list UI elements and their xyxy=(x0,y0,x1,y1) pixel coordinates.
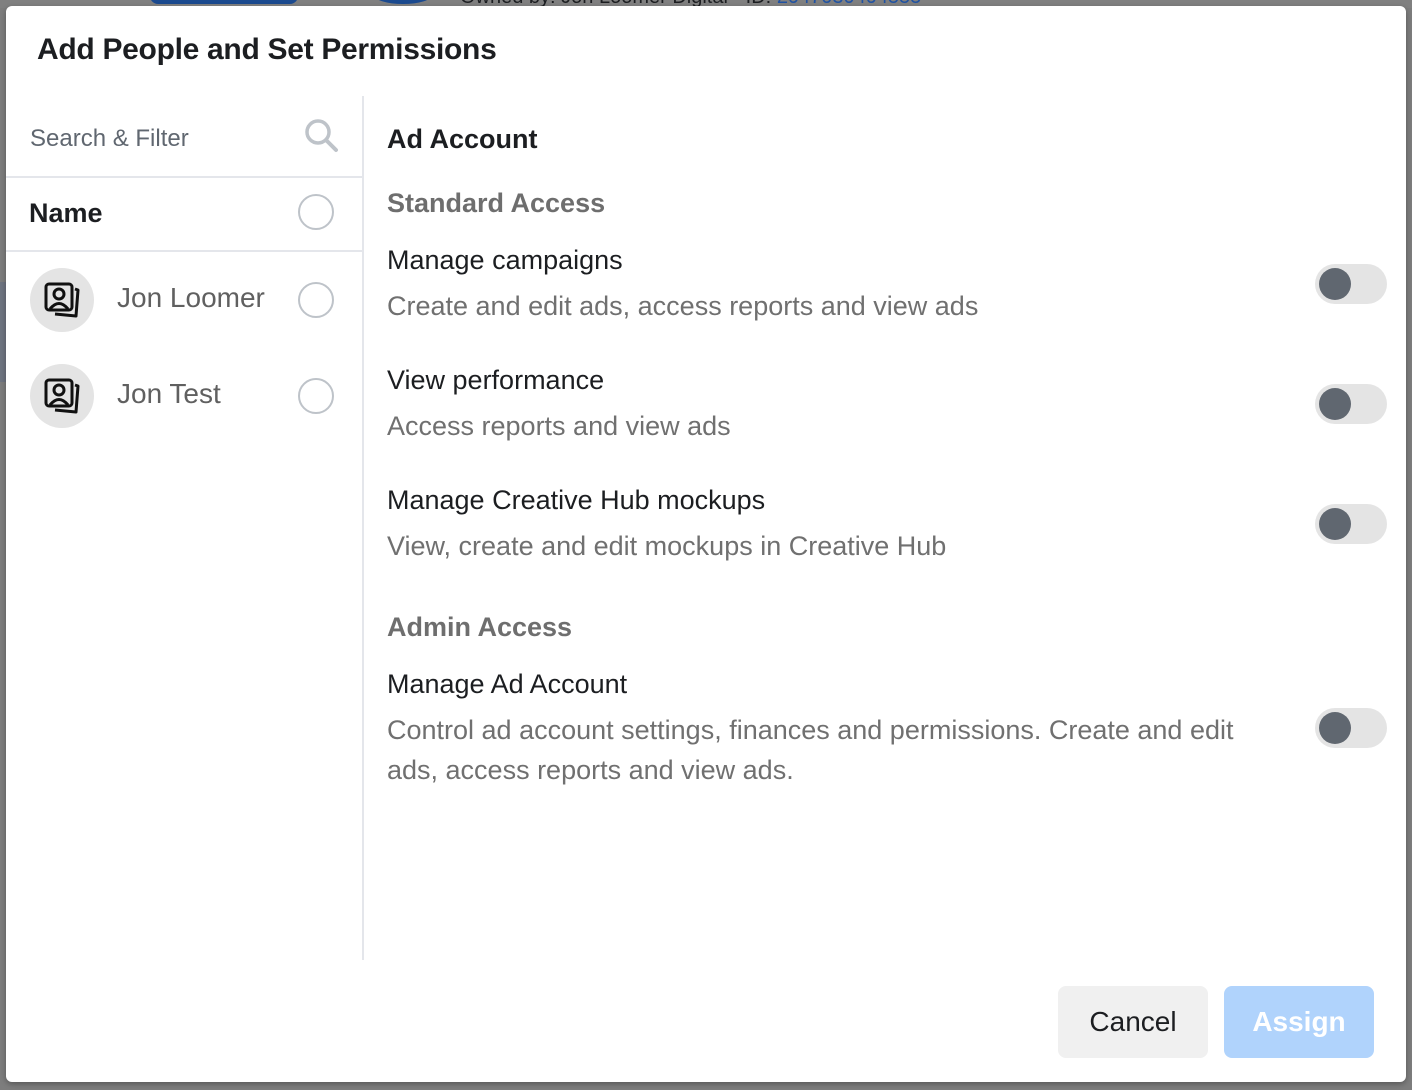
name-header-row: Name xyxy=(6,178,362,252)
permission-description: Create and edit ads, access reports and … xyxy=(387,291,979,321)
person-select-radio[interactable] xyxy=(298,282,334,318)
asset-type-heading: Ad Account xyxy=(387,124,538,154)
assign-button[interactable]: Assign xyxy=(1224,986,1374,1058)
person-row[interactable]: Jon Loomer xyxy=(6,254,362,346)
permission-toggle[interactable] xyxy=(1315,384,1387,424)
permission-toggle[interactable] xyxy=(1315,264,1387,304)
person-name: Jon Loomer xyxy=(117,282,265,313)
search-input[interactable] xyxy=(28,118,292,160)
permission-creative-hub: Manage Creative Hub mockups View, create… xyxy=(387,482,1387,566)
person-row[interactable]: Jon Test xyxy=(6,350,362,442)
dialog-title: Add People and Set Permissions xyxy=(37,33,497,66)
search-row xyxy=(6,96,362,178)
toggle-knob xyxy=(1319,712,1351,744)
group-title-admin: Admin Access xyxy=(387,612,573,642)
permission-manage-campaigns: Manage campaigns Create and edit ads, ac… xyxy=(387,242,1387,326)
permission-description: Access reports and view ads xyxy=(387,411,731,441)
person-name: Jon Test xyxy=(117,378,221,409)
background-button xyxy=(150,0,298,4)
permission-title: View performance xyxy=(387,365,605,395)
permission-toggle[interactable] xyxy=(1315,708,1387,748)
permission-view-performance: View performance Access reports and view… xyxy=(387,362,1387,446)
person-pages-icon xyxy=(44,378,80,414)
select-all-radio[interactable] xyxy=(298,194,334,230)
person-select-radio[interactable] xyxy=(298,378,334,414)
permission-manage-ad-account: Manage Ad Account Control ad account set… xyxy=(387,666,1387,790)
permission-title: Manage Ad Account xyxy=(387,669,628,699)
permission-toggle[interactable] xyxy=(1315,504,1387,544)
people-pane: Name Jon Loomer xyxy=(6,96,364,960)
permission-description: Control ad account settings, finances an… xyxy=(387,715,1234,785)
add-people-dialog: Add People and Set Permissions Name xyxy=(6,6,1406,1082)
cancel-button[interactable]: Cancel xyxy=(1058,986,1208,1058)
permission-title: Manage campaigns xyxy=(387,245,623,275)
name-column-header: Name xyxy=(29,198,103,228)
avatar xyxy=(30,268,94,332)
group-title-standard: Standard Access xyxy=(387,188,606,218)
toggle-knob xyxy=(1319,268,1351,300)
toggle-knob xyxy=(1319,388,1351,420)
permission-title: Manage Creative Hub mockups xyxy=(387,485,766,515)
avatar xyxy=(30,364,94,428)
toggle-knob xyxy=(1319,508,1351,540)
permission-description: View, create and edit mockups in Creativ… xyxy=(387,531,947,561)
search-icon[interactable] xyxy=(302,116,342,156)
person-pages-icon xyxy=(44,282,80,318)
